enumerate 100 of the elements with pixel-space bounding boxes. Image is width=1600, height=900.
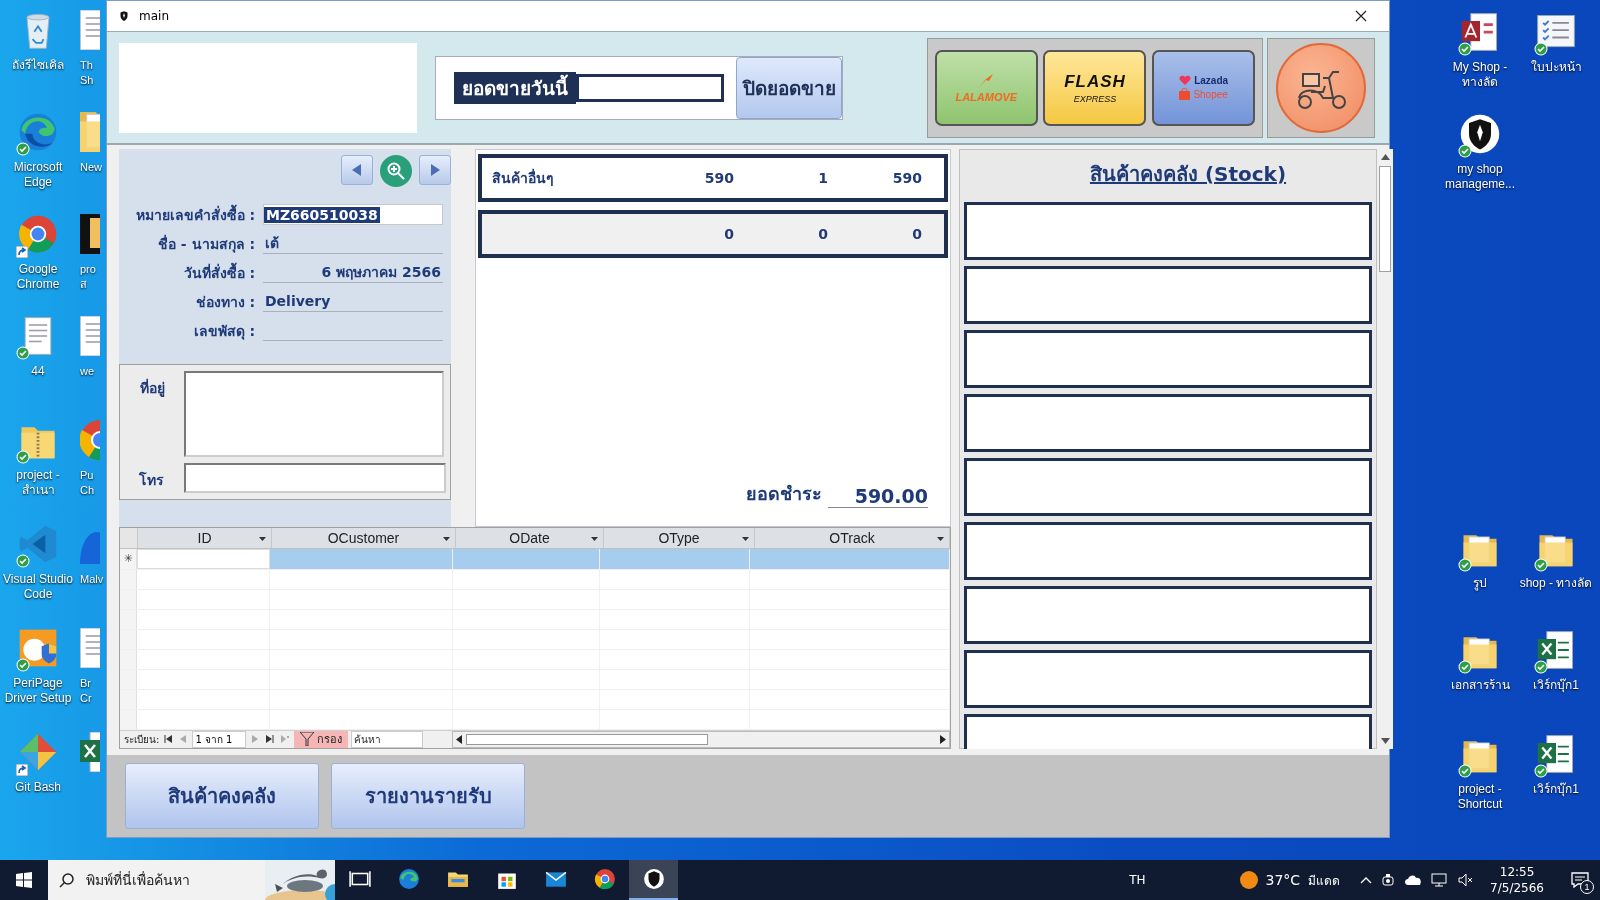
record-label: ระเบียน:: [124, 733, 160, 747]
camera-icon: [1381, 873, 1396, 887]
right-arrow-icon: [940, 735, 946, 744]
report-button[interactable]: สินค้าคงคลัง: [125, 763, 319, 829]
table-cell[interactable]: [750, 548, 950, 569]
stock-title: สินค้าคงคลัง (Stock): [1088, 161, 1288, 188]
windows-logo-icon: [16, 872, 32, 888]
icon-label[interactable]: รูป: [1473, 576, 1487, 591]
notifications-button[interactable]: 1: [1560, 860, 1600, 900]
table-cell[interactable]: [137, 548, 270, 569]
dropdown-arrow-icon: [591, 537, 598, 541]
item-price: 590: [703, 170, 735, 186]
down-arrow-icon: [1380, 738, 1390, 744]
phone-field[interactable]: [183, 463, 446, 493]
date-text: 7/5/2566: [1490, 880, 1544, 896]
column-header[interactable]: ODate: [456, 528, 604, 548]
dropdown-arrow-icon: [742, 537, 749, 541]
carrier-button[interactable]: Lazada Shopee: [1152, 49, 1256, 126]
sun-icon: [1239, 871, 1258, 889]
field-label: หมายเลขคำสั่งซื้อ :: [134, 203, 256, 225]
horizontal-scrollbar[interactable]: [452, 731, 950, 748]
column-header[interactable]: OCustomer: [272, 528, 456, 548]
previous-record-icon: [179, 735, 188, 744]
time-text: 12:55: [1499, 864, 1535, 880]
document-icon: [80, 10, 100, 50]
new-record-icon: [281, 735, 290, 744]
item-row[interactable]: 0 0 0: [478, 210, 948, 258]
field-label: เลขพัสดุ :: [192, 321, 256, 342]
temperature-text[interactable]: 37°C: [1265, 872, 1301, 888]
icon-label[interactable]: เวิร์กบุ๊ก1: [1533, 678, 1579, 693]
select-all-corner[interactable]: [120, 528, 138, 548]
close-icon: [1355, 10, 1367, 22]
column-header[interactable]: OType: [604, 528, 755, 548]
table-cell[interactable]: [270, 548, 453, 569]
item-price: 0: [723, 226, 735, 242]
search-button[interactable]: [380, 155, 412, 187]
browser-icon: [593, 868, 616, 890]
document-icon: [80, 316, 100, 356]
address-field[interactable]: [184, 371, 444, 457]
bird-icon: [977, 72, 996, 89]
next-record-icon: [251, 735, 260, 744]
search-icon: [387, 162, 405, 180]
field-label: ชื่อ - นามสกุล :: [156, 233, 256, 255]
next-button[interactable]: [419, 155, 451, 185]
scroll-thumb[interactable]: [466, 734, 709, 745]
report-button[interactable]: รายงานรายรับ: [331, 763, 525, 829]
item-total: 590: [891, 170, 923, 186]
item-name: สินค้าอื่นๆ: [491, 167, 555, 188]
icon-label[interactable]: project - Shortcut: [1442, 782, 1518, 812]
carrier-logo-text: Lazada: [1194, 75, 1229, 86]
clock[interactable]: 12:55 7/5/2566: [1490, 864, 1544, 896]
table-cell[interactable]: [600, 548, 750, 569]
carrier-button[interactable]: FLASH EXPRESS: [1043, 49, 1147, 126]
shield-icon: [642, 868, 665, 890]
dropdown-arrow-icon: [259, 537, 266, 541]
left-arrow-icon: [456, 735, 463, 744]
field-label: ที่อยู่: [138, 377, 166, 399]
document-icon: [80, 628, 100, 668]
close-sales-button[interactable]: ปิดยอดขาย: [736, 56, 842, 119]
item-total: 0: [911, 226, 923, 242]
taskbar-search-field[interactable]: พิมพ์ที่นี่เพื่อค้นหา: [86, 860, 265, 900]
text-field[interactable]: Delivery: [263, 291, 443, 312]
table-cell[interactable]: [453, 548, 600, 569]
taskbar-search-button[interactable]: [48, 860, 86, 900]
chevron-up-icon: [1360, 876, 1373, 884]
search-icon: [59, 872, 75, 888]
scroll-thumb[interactable]: [1379, 166, 1391, 272]
item-row[interactable]: สินค้าอื่นๆ 590 1 590: [478, 154, 948, 202]
field-label: โทร: [138, 470, 166, 490]
column-header[interactable]: OTrack: [755, 528, 950, 548]
record-position-field[interactable]: 1 จาก 1: [192, 731, 247, 748]
weather-text[interactable]: มีแดด: [1308, 870, 1341, 890]
up-arrow-icon: [1380, 154, 1390, 160]
search-field[interactable]: ค้นหา: [351, 731, 424, 748]
carrier-logo-text: FLASH: [1064, 71, 1126, 92]
carrier-logo-text: Shopee: [1193, 88, 1228, 100]
icon-label[interactable]: shop - ทางลัด: [1519, 576, 1593, 591]
last-record-button[interactable]: [264, 735, 277, 744]
text-field[interactable]: เต้: [263, 233, 443, 254]
left-triangle-icon: [352, 164, 362, 176]
filter-button[interactable]: กรอง: [294, 731, 349, 748]
icon-label[interactable]: เวิร์กบุ๊ก1: [1533, 782, 1579, 797]
icon-label[interactable]: My Shop - ทางลัด: [1442, 60, 1518, 90]
text-field[interactable]: 6 พฤษภาคม 2566: [263, 262, 443, 283]
app-shield-icon: [117, 9, 131, 23]
sales-today-field[interactable]: [576, 73, 724, 102]
shield-icon: [1458, 112, 1502, 156]
icon-label[interactable]: my shop manageme...: [1442, 162, 1518, 192]
window-title: main: [139, 9, 169, 23]
icon-label[interactable]: เอกสารร้าน: [1450, 678, 1510, 693]
icon-label[interactable]: ใบปะหน้า: [1530, 60, 1582, 75]
speech-bubble-icon: [1571, 872, 1589, 888]
taskbar-app-button[interactable]: [629, 860, 678, 900]
previous-button[interactable]: [341, 155, 373, 185]
cloud-icon: [1404, 874, 1423, 886]
input-language[interactable]: TH: [1129, 873, 1146, 887]
text-field[interactable]: MZ660510038: [263, 204, 443, 225]
first-record-button[interactable]: [162, 735, 175, 744]
dropdown-arrow-icon: [937, 537, 944, 541]
column-header[interactable]: ID: [138, 528, 272, 548]
